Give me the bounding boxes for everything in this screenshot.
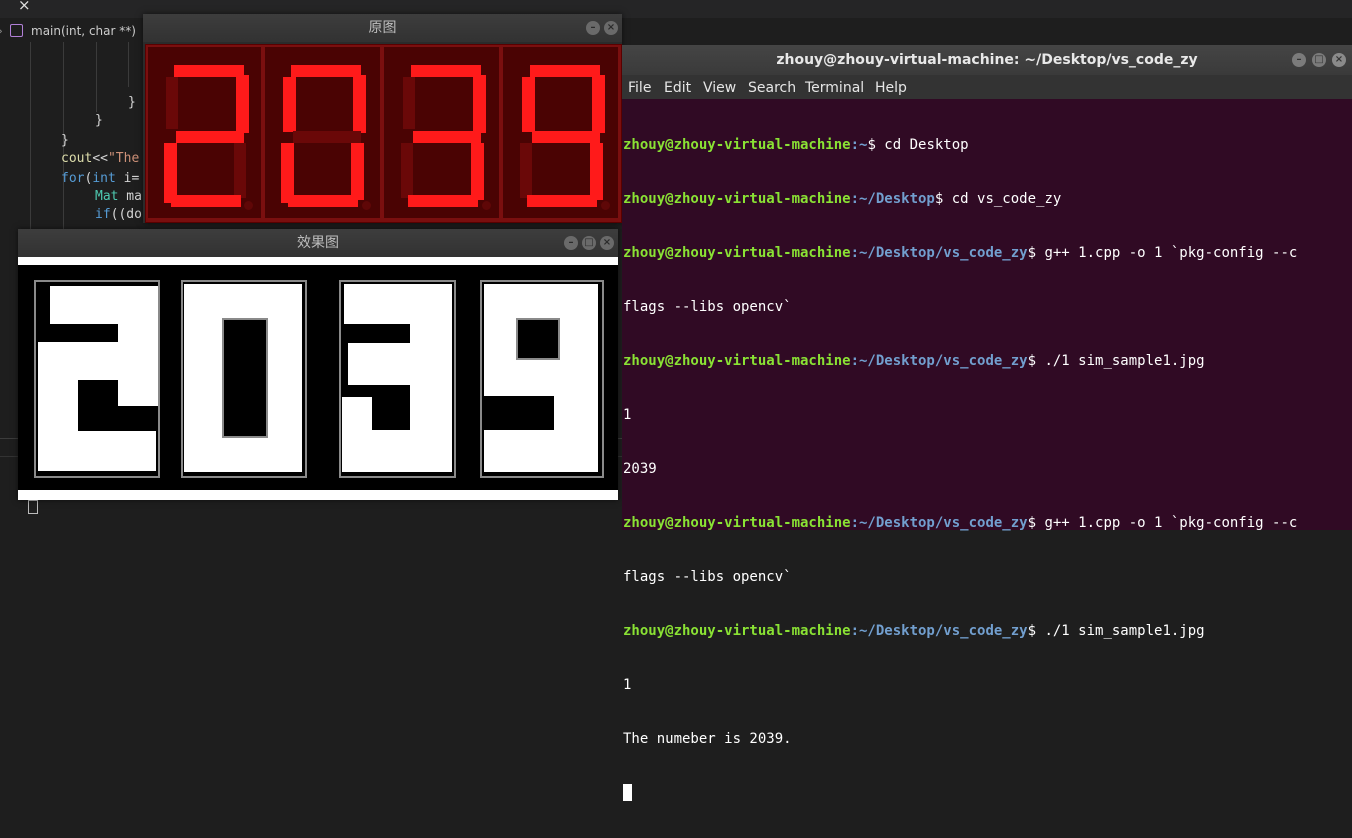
digit-pixels xyxy=(484,430,598,472)
maximize-button[interactable]: □ xyxy=(1312,53,1326,67)
menu-edit[interactable]: Edit xyxy=(664,75,691,99)
code-line: } xyxy=(128,95,136,110)
segment xyxy=(171,195,241,207)
segment xyxy=(291,65,361,77)
close-button[interactable]: × xyxy=(1332,53,1346,67)
segment xyxy=(401,143,413,198)
tab-close-icon[interactable]: × xyxy=(18,0,36,14)
terminal-menu-bar: File Edit View Search Terminal Help xyxy=(622,75,1352,99)
maximize-button[interactable]: □ xyxy=(582,236,596,250)
segment xyxy=(411,65,481,77)
digit-pixels xyxy=(348,343,452,385)
code-line: Mat ma xyxy=(95,189,142,204)
terminal-line: zhouy@zhouy-virtual-machine:~/Desktop/vs… xyxy=(623,245,1298,261)
segment xyxy=(530,65,600,77)
code-line: cout<<"The xyxy=(61,151,140,166)
close-button[interactable]: × xyxy=(600,236,614,250)
digit-hole-box xyxy=(222,318,268,438)
digit-pixels xyxy=(342,397,372,437)
white-border-strip xyxy=(18,257,618,265)
segment xyxy=(351,143,364,200)
menu-search[interactable]: Search xyxy=(748,75,796,99)
segment xyxy=(471,143,484,200)
terminal-line: zhouy@zhouy-virtual-machine:~/Desktop/vs… xyxy=(623,623,1205,639)
segment xyxy=(408,195,478,207)
segment xyxy=(293,131,361,143)
original-image-window[interactable]: 原图 – × xyxy=(143,14,622,223)
decimal-dot xyxy=(601,201,610,210)
menu-view[interactable]: View xyxy=(703,75,736,99)
result-image-window[interactable]: 效果图 – □ × xyxy=(18,229,618,500)
binary-result-image xyxy=(18,257,618,500)
segment xyxy=(236,75,249,133)
window-title-bar[interactable]: 原图 – × xyxy=(143,14,622,42)
window-title-bar[interactable]: 效果图 – □ × xyxy=(18,229,618,257)
segment xyxy=(413,131,481,143)
segment xyxy=(353,75,366,133)
terminal-line: 1 xyxy=(623,677,632,693)
method-cube-icon xyxy=(10,24,23,37)
segment xyxy=(520,143,532,198)
window-title: 原图 xyxy=(368,20,397,36)
decimal-dot xyxy=(482,201,491,210)
segment xyxy=(288,195,358,207)
white-border-strip xyxy=(18,490,618,500)
segment xyxy=(403,77,415,129)
menu-file[interactable]: File xyxy=(628,75,651,99)
indent-guide xyxy=(96,42,97,112)
terminal-cursor xyxy=(623,784,632,801)
digit-hole-box xyxy=(516,318,560,360)
code-line: } xyxy=(95,113,103,128)
segment xyxy=(164,143,177,203)
terminal-line: 2039 xyxy=(623,461,657,477)
digit-pixels xyxy=(38,431,156,471)
terminal-line: zhouy@zhouy-virtual-machine:~/Desktop/vs… xyxy=(623,353,1205,369)
code-line: for(int i= xyxy=(61,171,140,186)
code-line: if((do xyxy=(95,207,142,222)
window-title: 效果图 xyxy=(297,235,339,251)
segment xyxy=(174,65,244,77)
segment xyxy=(590,143,603,200)
segment xyxy=(532,131,600,143)
indent-guide xyxy=(128,42,129,87)
code-line: } xyxy=(61,133,69,148)
decimal-dot xyxy=(244,201,253,210)
segment xyxy=(234,143,246,198)
decimal-dot xyxy=(362,201,371,210)
terminal-title: zhouy@zhouy-virtual-machine: ~/Desktop/v… xyxy=(776,52,1198,68)
menu-help[interactable]: Help xyxy=(875,75,907,99)
segment xyxy=(592,75,605,133)
terminal-window[interactable]: zhouy@zhouy-virtual-machine: ~/Desktop/v… xyxy=(622,45,1352,801)
segment xyxy=(283,77,296,132)
terminal-title-bar[interactable]: zhouy@zhouy-virtual-machine: ~/Desktop/v… xyxy=(622,45,1352,75)
terminal-line: 1 xyxy=(623,407,632,423)
segment xyxy=(527,195,597,207)
chevron-right-icon: › xyxy=(0,20,3,42)
menu-terminal[interactable]: Terminal xyxy=(805,75,864,99)
segment xyxy=(166,77,178,129)
minimize-button[interactable]: – xyxy=(564,236,578,250)
segment xyxy=(281,143,294,203)
terminal-line: flags --libs opencv` xyxy=(623,299,792,315)
terminal-line: flags --libs opencv` xyxy=(623,569,792,585)
breadcrumb-function[interactable]: main(int, char **) xyxy=(31,20,136,42)
terminal-prompt-line[interactable] xyxy=(623,784,1351,802)
minimize-button[interactable]: – xyxy=(1292,53,1306,67)
terminal-line: zhouy@zhouy-virtual-machine:~/Desktop$ c… xyxy=(623,191,1062,207)
segment xyxy=(176,131,244,143)
terminal-output[interactable]: zhouy@zhouy-virtual-machine:~$ cd Deskto… xyxy=(623,100,1351,801)
terminal-line: zhouy@zhouy-virtual-machine:~$ cd Deskto… xyxy=(623,137,969,153)
terminal-line: zhouy@zhouy-virtual-machine:~/Desktop/vs… xyxy=(623,515,1298,531)
segment xyxy=(473,75,486,133)
seven-segment-image xyxy=(145,44,622,223)
terminal-line: The numeber is 2039. xyxy=(623,731,792,747)
panel-cursor xyxy=(28,500,38,514)
close-button[interactable]: × xyxy=(604,21,618,35)
segment xyxy=(522,77,535,132)
minimize-button[interactable]: – xyxy=(586,21,600,35)
